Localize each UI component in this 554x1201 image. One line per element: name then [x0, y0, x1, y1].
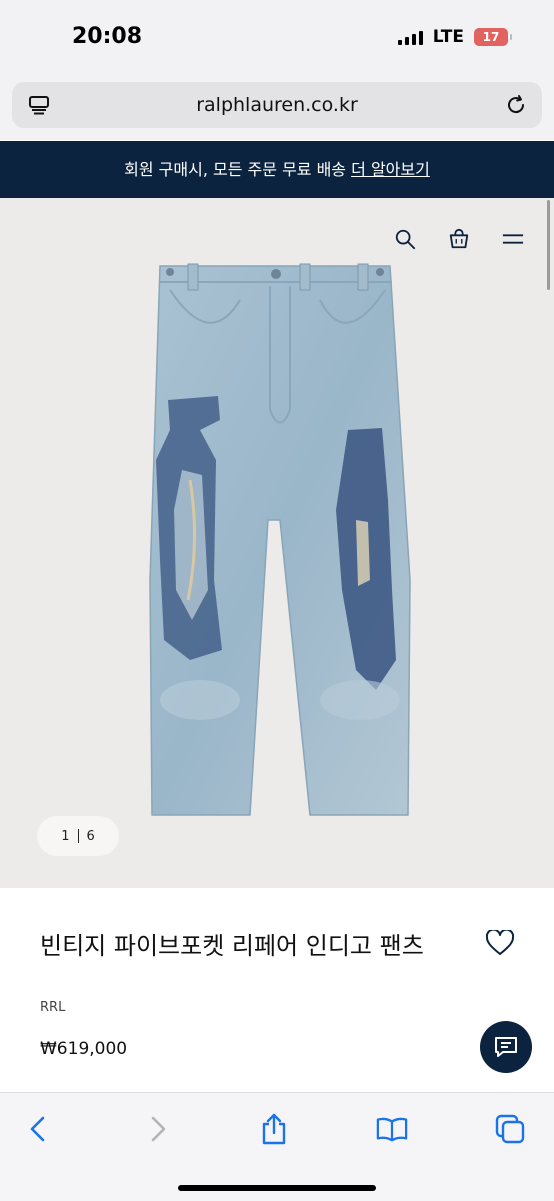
bookmarks-icon	[376, 1117, 408, 1142]
forward-button[interactable]	[142, 1113, 174, 1145]
tabs-overview-icon	[495, 1114, 525, 1144]
product-gallery[interactable]: 1 6	[0, 198, 554, 888]
pager-current: 1	[61, 828, 70, 844]
bag-icon[interactable]	[448, 228, 470, 250]
forward-icon	[151, 1116, 166, 1142]
heart-icon[interactable]	[486, 930, 514, 956]
promo-link[interactable]: 더 알아보기	[351, 160, 430, 179]
image-pager[interactable]: 1 6	[37, 816, 119, 856]
battery-icon: 17	[474, 28, 512, 46]
browser-address-area: ralphlauren.co.kr	[0, 72, 554, 140]
browser-toolbar	[0, 1092, 554, 1201]
search-icon[interactable]	[394, 228, 416, 250]
site-header-icons	[394, 228, 524, 250]
chat-icon	[495, 1037, 517, 1057]
product-info: 빈티지 파이브포켓 리페어 인디고 팬츠 RRL ₩619,000	[0, 888, 554, 1092]
signal-icon	[397, 29, 423, 45]
status-bar: 20:08 LTE 17	[0, 0, 554, 72]
chat-button[interactable]	[480, 1021, 532, 1073]
status-time: 20:08	[72, 24, 143, 49]
promo-banner: 회원 구매시, 모든 주문 무료 배송 더 알아보기	[0, 141, 554, 198]
share-button[interactable]	[258, 1113, 290, 1145]
url-text[interactable]: ralphlauren.co.kr	[12, 94, 542, 116]
tabs-overview-button[interactable]	[494, 1113, 526, 1145]
battery-level: 17	[482, 30, 500, 44]
page-scrollbar[interactable]	[547, 200, 550, 290]
reload-icon[interactable]	[504, 93, 528, 117]
address-bar[interactable]: ralphlauren.co.kr	[12, 82, 542, 128]
product-brand[interactable]: RRL	[40, 1000, 65, 1015]
share-icon	[262, 1113, 286, 1145]
product-title: 빈티지 파이브포켓 리페어 인디고 팬츠	[40, 932, 424, 960]
home-indicator	[178, 1185, 376, 1191]
product-image	[149, 263, 411, 816]
network-label: LTE	[432, 27, 464, 47]
back-button[interactable]	[22, 1113, 54, 1145]
back-icon	[30, 1116, 45, 1142]
status-icons: LTE 17	[397, 27, 512, 47]
pager-separator	[77, 829, 79, 843]
menu-icon[interactable]	[502, 228, 524, 250]
product-price: ₩619,000	[40, 1039, 128, 1059]
pager-total: 6	[86, 828, 95, 844]
promo-text: 회원 구매시, 모든 주문 무료 배송	[124, 160, 347, 179]
bookmarks-button[interactable]	[376, 1113, 408, 1145]
